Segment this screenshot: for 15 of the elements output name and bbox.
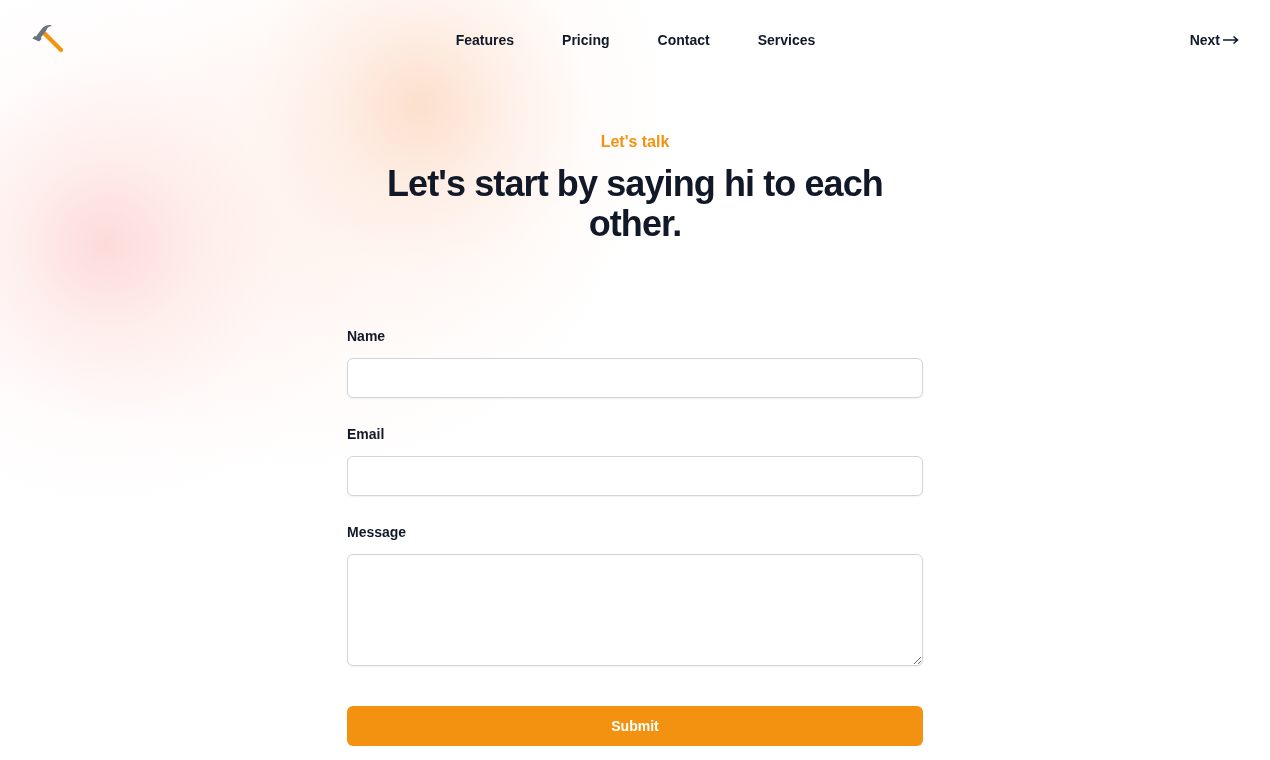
section-eyebrow: Let's talk	[599, 132, 671, 152]
arrow-right-icon	[1223, 35, 1239, 45]
nav-link[interactable]: Pricing	[562, 30, 610, 50]
nav-link[interactable]: Contact	[657, 30, 710, 50]
field-label: Name	[347, 327, 386, 346]
hammer-icon[interactable]	[32, 24, 64, 55]
page-heading: Let's start by saying hi to each other.	[386, 164, 884, 244]
nav-link[interactable]: Features	[455, 30, 515, 50]
textarea-field[interactable]	[347, 554, 923, 666]
field-label: Email	[347, 425, 385, 444]
input-field[interactable]	[347, 456, 923, 496]
next-link[interactable]: Next	[1189, 30, 1239, 50]
input-field[interactable]	[347, 358, 923, 398]
nav-link[interactable]: Services	[757, 30, 816, 50]
field-label: Message	[347, 523, 407, 542]
